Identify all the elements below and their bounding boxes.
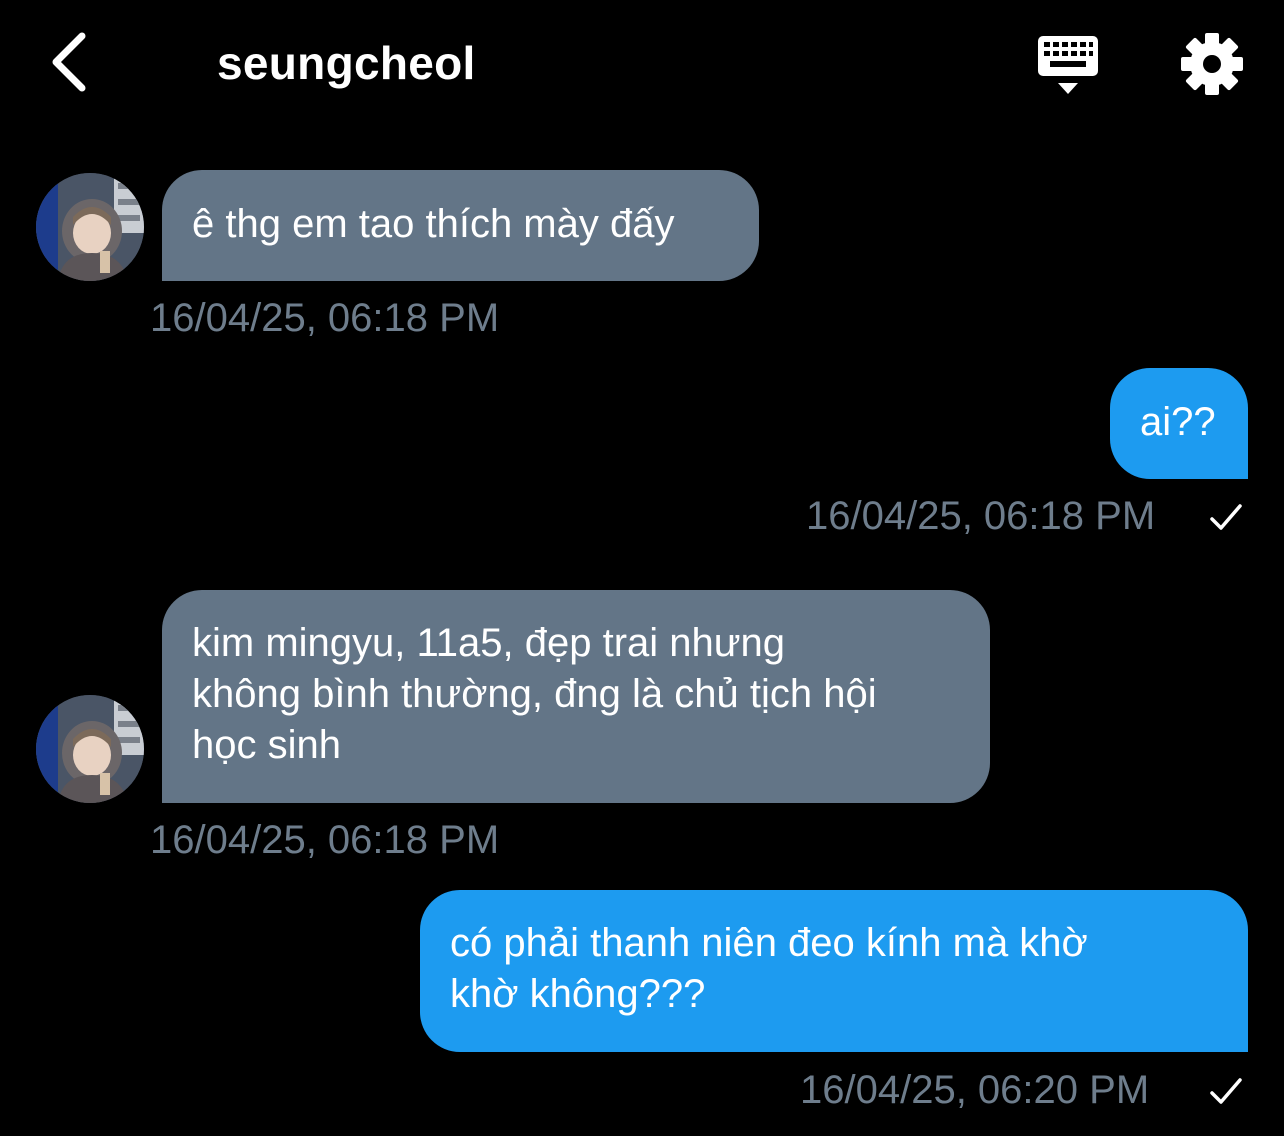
- message-text: ai??: [1140, 400, 1216, 444]
- settings-button[interactable]: [1176, 28, 1248, 100]
- message-bubble-incoming[interactable]: kim mingyu, 11a5, đẹp trai nhưng không b…: [162, 590, 990, 803]
- message-bubble-outgoing[interactable]: ai??: [1110, 368, 1248, 479]
- message-timestamp: 16/04/25, 06:18 PM: [150, 818, 500, 862]
- message-timestamp: 16/04/25, 06:18 PM: [150, 296, 500, 340]
- gear-icon: [1181, 33, 1243, 95]
- contact-avatar[interactable]: [36, 695, 144, 803]
- chevron-left-icon: [52, 32, 86, 92]
- keyboard-button[interactable]: [1028, 28, 1108, 102]
- avatar-photo: [36, 695, 144, 803]
- message-text-line: không bình thường, đng là chủ tịch hội: [192, 672, 877, 716]
- message-bubble-incoming[interactable]: ê thg em tao thích mày đấy: [162, 170, 759, 281]
- conversation-title: seungcheol: [217, 37, 476, 89]
- message-timestamp: 16/04/25, 06:20 PM: [800, 1068, 1150, 1112]
- message-text-line: khờ không???: [450, 972, 706, 1016]
- checkmark-icon: [1210, 504, 1242, 530]
- keyboard-icon: [1038, 36, 1098, 94]
- avatar-photo: [36, 173, 144, 281]
- message-text: ê thg em tao thích mày đấy: [192, 202, 675, 246]
- message-text-line: có phải thanh niên đeo kính mà khờ: [450, 921, 1088, 965]
- contact-avatar[interactable]: [36, 173, 144, 281]
- message-text-line: học sinh: [192, 723, 341, 767]
- message-timestamp: 16/04/25, 06:18 PM: [806, 494, 1156, 538]
- conversation-header: seungcheol: [0, 0, 1284, 130]
- message-bubble-outgoing[interactable]: có phải thanh niên đeo kính mà khờ khờ k…: [420, 890, 1248, 1052]
- back-button[interactable]: [36, 26, 100, 98]
- message-text-line: kim mingyu, 11a5, đẹp trai nhưng: [192, 621, 786, 665]
- checkmark-icon: [1210, 1078, 1242, 1104]
